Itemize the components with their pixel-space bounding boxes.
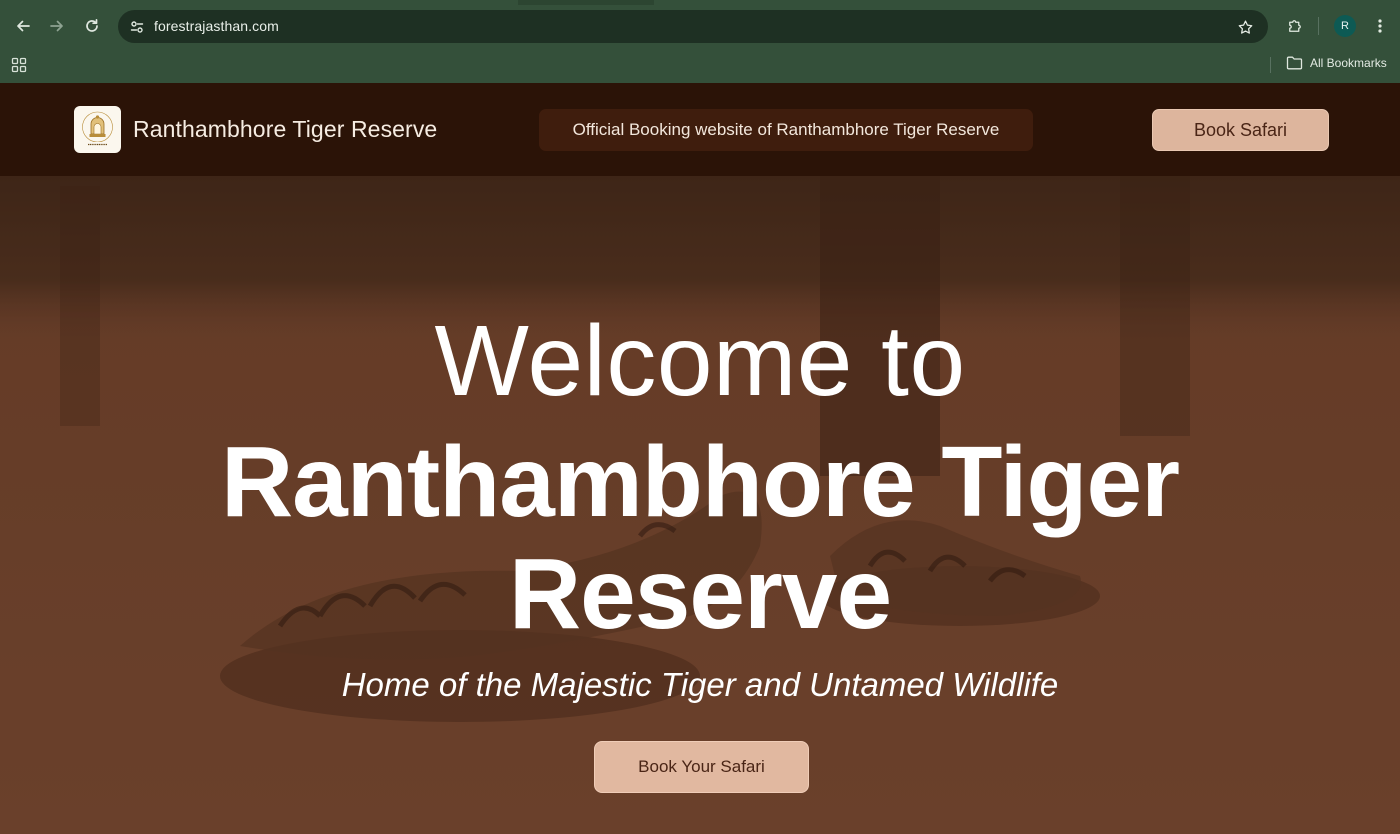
official-booking-notice: Official Booking website of Ranthambhore… <box>539 109 1033 151</box>
hero-welcome: Welcome to <box>434 305 966 417</box>
address-bar[interactable]: forestrajasthan.com <box>118 10 1268 43</box>
puzzle-icon <box>1289 20 1301 32</box>
back-button[interactable] <box>8 11 38 41</box>
extensions-button[interactable] <box>1280 11 1310 41</box>
toolbar-separator <box>1318 17 1319 35</box>
bookmarks-bar: All Bookmarks <box>0 52 1400 78</box>
bookmark-star-button[interactable] <box>1234 16 1256 38</box>
hero-section: Welcome to Ranthambhore Tiger Reserve Ho… <box>0 176 1400 834</box>
arrow-right-icon <box>50 20 63 32</box>
site-logo[interactable] <box>74 106 121 153</box>
all-bookmarks-label: All Bookmarks <box>1310 56 1387 70</box>
arrow-left-icon <box>17 20 30 32</box>
site-header: Ranthambhore Tiger Reserve Official Book… <box>0 83 1400 176</box>
browser-chrome: forestrajasthan.com R All Bookmarks <box>0 0 1400 83</box>
browser-menu-button[interactable] <box>1367 11 1393 41</box>
reload-button[interactable] <box>77 11 107 41</box>
bookmarks-separator <box>1270 57 1271 73</box>
all-bookmarks-button[interactable]: All Bookmarks <box>1286 56 1387 70</box>
forward-button[interactable] <box>42 11 72 41</box>
hero-title: Ranthambhore Tiger Reserve <box>0 426 1400 650</box>
url-text[interactable]: forestrajasthan.com <box>154 18 279 34</box>
apps-grid-icon <box>11 57 27 73</box>
site-title[interactable]: Ranthambhore Tiger Reserve <box>133 116 437 143</box>
site-info-button[interactable] <box>126 16 148 38</box>
tab-strip-fill <box>654 0 1400 5</box>
tiger-reserve-emblem-icon <box>82 111 113 147</box>
star-icon <box>1238 19 1252 34</box>
hero-tagline: Home of the Majestic Tiger and Untamed W… <box>341 666 1059 703</box>
tab-strip <box>0 0 1400 5</box>
book-your-safari-button[interactable]: Book Your Safari <box>594 741 809 793</box>
browser-toolbar: forestrajasthan.com R <box>0 9 1400 43</box>
hero-title-line-1: Ranthambhore Tiger <box>220 426 1180 538</box>
book-safari-button[interactable]: Book Safari <box>1152 109 1329 151</box>
folder-icon <box>1286 56 1303 70</box>
active-tab-edge <box>0 0 518 5</box>
apps-button[interactable] <box>11 57 27 73</box>
kebab-menu-icon <box>1378 19 1382 33</box>
tune-icon <box>130 21 144 33</box>
reload-icon <box>86 18 98 32</box>
profile-avatar[interactable]: R <box>1334 15 1356 37</box>
hero-title-line-2: Reserve <box>508 538 892 650</box>
